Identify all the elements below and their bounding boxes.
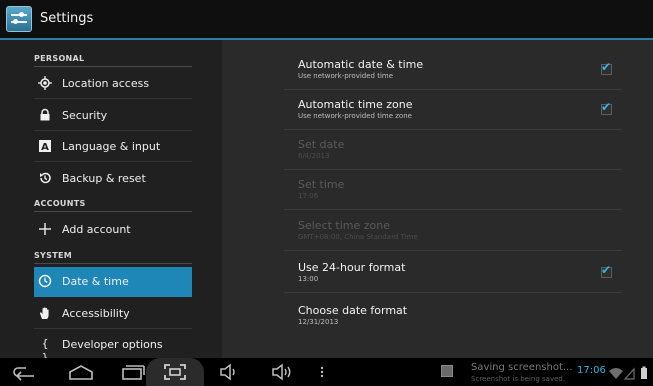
sidebar-item-language-input[interactable]: A Language & input (34, 132, 192, 162)
pref-choose-date-format[interactable]: Choose date format 12/31/2013 (284, 298, 622, 336)
home-icon (69, 365, 93, 380)
pref-summary: Use network-provided time (298, 72, 394, 80)
pref-title: Select time zone (298, 219, 391, 232)
system-navigation-bar: Saving screenshot... Screenshot is being… (0, 358, 653, 386)
pref-summary: 6/4/2013 (298, 152, 330, 160)
pref-automatic-time-zone[interactable]: Automatic time zone Use network-provided… (284, 92, 622, 130)
pref-summary: GMT+08:00, China Standard Time (298, 233, 418, 241)
screenshot-thumbnail-icon[interactable] (441, 365, 453, 377)
backup-restore-icon (38, 171, 52, 185)
battery-icon (641, 366, 647, 379)
check-icon: ✔ (601, 263, 612, 277)
section-header-accounts: ACCOUNTS (34, 199, 192, 212)
pref-title: Use 24-hour format (298, 261, 406, 274)
back-icon (13, 367, 34, 381)
sidebar-item-label: Date & time (62, 275, 129, 288)
section-header-system: SYSTEM (34, 251, 192, 264)
sidebar-item-date-time[interactable]: Date & time (34, 267, 192, 297)
location-icon (38, 76, 52, 90)
sidebar-item-label: Accessibility (62, 307, 130, 320)
sidebar-item-add-account[interactable]: Add account (34, 215, 192, 245)
volume-down-icon (220, 363, 235, 381)
pref-set-time: Set time 17:06 (284, 172, 622, 210)
sidebar-item-label: Backup & reset (62, 172, 146, 185)
keyboard-a-icon: A (38, 139, 52, 153)
volume-up-button[interactable] (270, 362, 296, 382)
pref-summary: 13:00 (298, 275, 319, 283)
pref-automatic-date-time[interactable]: Automatic date & time Use network-provid… (284, 52, 622, 90)
back-button[interactable] (12, 362, 38, 382)
settings-sliders-icon[interactable] (6, 6, 32, 32)
sidebar-item-label: Language & input (62, 140, 161, 153)
screenshot-button[interactable] (160, 362, 190, 382)
sidebar-item-location-access[interactable]: Location access (34, 69, 192, 99)
sidebar-item-security[interactable]: Security (34, 101, 192, 131)
notification-text: Screenshot is being saved. (471, 375, 566, 383)
status-icons[interactable] (608, 365, 650, 380)
screenshot-icon (164, 364, 186, 380)
pref-title: Automatic time zone (298, 98, 413, 111)
action-bar: Settings (0, 0, 653, 40)
volume-up-icon (272, 363, 291, 381)
plus-icon (38, 222, 52, 236)
sidebar-item-developer-options[interactable]: { } Developer options (34, 330, 192, 364)
svg-text:A: A (41, 142, 49, 153)
pref-summary: Use network-provided time zone (298, 112, 412, 120)
pref-summary: 12/31/2013 (298, 318, 339, 326)
use-24-hour-format-checkbox[interactable]: ✔ (601, 263, 612, 278)
signal-icon (623, 367, 635, 380)
hand-icon (38, 306, 52, 320)
pref-select-time-zone: Select time zone GMT+08:00, China Standa… (284, 213, 622, 251)
pref-use-24-hour-format[interactable]: Use 24-hour format 13:00 ✔ (284, 255, 622, 293)
status-clock[interactable]: 17:06 (577, 365, 606, 376)
sidebar-item-backup-reset[interactable]: Backup & reset (34, 164, 192, 194)
sidebar-item-label: Location access (62, 77, 150, 90)
recent-apps-icon (122, 365, 145, 380)
pref-summary: 17:06 (298, 192, 319, 200)
sidebar-item-label: Security (62, 109, 108, 122)
check-icon: ✔ (601, 60, 612, 74)
settings-screen: Settings PERSONAL Location access Securi… (0, 0, 653, 386)
menu-overflow-button[interactable] (316, 362, 328, 382)
wifi-icon (609, 368, 623, 379)
volume-down-button[interactable] (218, 362, 240, 382)
notification-title[interactable]: Saving screenshot... (471, 362, 575, 373)
more-vertical-icon (320, 366, 324, 378)
home-button[interactable] (66, 362, 96, 382)
pref-title: Choose date format (298, 304, 408, 317)
recent-apps-button[interactable] (118, 362, 146, 382)
pref-set-date: Set date 6/4/2013 (284, 132, 622, 170)
pref-title: Set time (298, 178, 345, 191)
sidebar-item-accessibility[interactable]: Accessibility (34, 299, 192, 329)
sidebar-item-label: Add account (62, 223, 131, 236)
check-icon: ✔ (601, 100, 612, 114)
app-title: Settings (40, 11, 94, 26)
automatic-time-zone-checkbox[interactable]: ✔ (601, 100, 612, 115)
settings-sidebar: PERSONAL Location access Security A Lang… (0, 40, 222, 364)
lock-icon (38, 108, 52, 122)
pref-title: Set date (298, 138, 345, 151)
sidebar-item-label: Developer options (62, 338, 163, 351)
automatic-date-time-checkbox[interactable]: ✔ (601, 60, 612, 75)
pref-title: Automatic date & time (298, 58, 424, 71)
clock-icon (38, 274, 52, 288)
date-time-settings-pane: Automatic date & time Use network-provid… (222, 40, 653, 358)
braces-icon: { } (41, 337, 49, 364)
section-header-personal: PERSONAL (34, 54, 192, 67)
